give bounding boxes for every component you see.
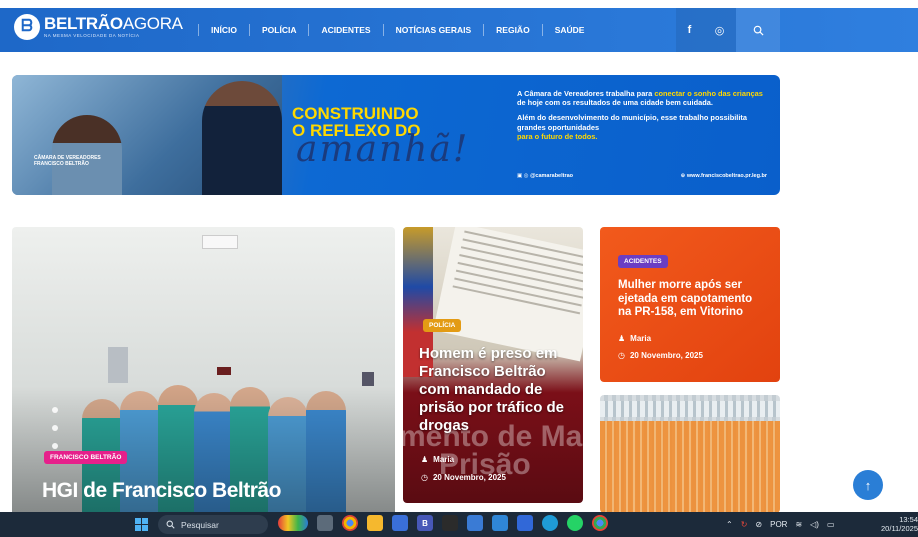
police-category-tag[interactable]: POLÍCIA [423,319,462,332]
windows-start-icon[interactable] [135,518,148,531]
police-story-title[interactable]: Homem é preso em Francisco Beltrão com m… [419,345,579,435]
user-icon: ♟ [421,455,429,464]
slider-dot[interactable] [52,407,58,413]
search-icon [753,25,764,36]
whatsapp-icon[interactable] [567,515,583,531]
nav-inicio[interactable]: INÍCIO [198,24,249,36]
taskbar-apps: B [278,515,608,531]
slider-dot[interactable] [52,443,58,449]
ad-banner[interactable]: CÂMARA DE VEREADORES FRANCISCO BELTRÃO C… [12,75,780,195]
app-icon[interactable] [517,515,533,531]
accident-story-date: ◷ 20 Novembro, 2025 [618,351,703,360]
clock-icon: ◷ [618,351,625,360]
search-button[interactable] [736,8,780,52]
user-icon: ♟ [618,334,626,343]
banner-man-figure [202,81,282,195]
site-header: ᗷ BELTRÃOAGORA NA MESMA VELOCIDADE DA NO… [0,8,918,52]
taskbar-search[interactable]: Pesquisar [158,515,268,534]
sync-icon[interactable]: ↻ [741,520,748,529]
police-story-card[interactable]: mento de ManPrisão POLÍCIA Homem é preso… [403,227,583,503]
banner-footer: ▣ ◎ @camarabeltrao ⊕ www.franciscobeltra… [517,173,767,179]
instagram-icon[interactable]: ◎ [715,24,725,37]
banner-seal: CÂMARA DE VEREADORES FRANCISCO BELTRÃO [34,155,101,167]
app-icon[interactable] [492,515,508,531]
chrome-icon[interactable] [592,515,608,531]
battery-icon[interactable]: ▭ [827,520,835,529]
taskbar-clock[interactable]: 13:54 20/11/2025 [878,515,918,533]
facebook-icon[interactable]: f [688,24,692,36]
banner-site: ⊕ www.franciscobeltrao.pr.leg.br [680,173,767,179]
accident-story-author: ♟ Maria [618,334,652,343]
scroll-to-top-button[interactable]: ↑ [853,470,883,500]
task-view-icon[interactable] [317,515,333,531]
nav-regiao[interactable]: REGIÃO [483,24,542,36]
featured-story-card[interactable]: FRANCISCO BELTRÃO HGI de Francisco Beltr… [12,227,395,517]
file-explorer-icon[interactable] [367,515,383,531]
nav-acidentes[interactable]: ACIDENTES [308,24,382,36]
brand-name: BELTRÃOAGORA [44,14,183,33]
social-links: f ◎ [676,8,736,52]
chrome-icon[interactable] [342,515,358,531]
accident-story-card[interactable]: ACIDENTES Mulher morre após ser ejetada … [600,227,780,382]
windows-taskbar: Pesquisar B ⌃ ↻ ⊘ POR ≋ ◁) ▭ 13:54 20/11… [0,512,918,537]
store-icon[interactable] [467,515,483,531]
app-icon[interactable] [392,515,408,531]
accident-story-title[interactable]: Mulher morre após ser ejetada em capotam… [618,279,768,320]
language-indicator[interactable]: POR [770,520,787,529]
banner-handle: ▣ ◎ @camarabeltrao [517,173,574,179]
nav-noticias-gerais[interactable]: NOTÍCIAS GERAIS [382,24,484,36]
main-nav: INÍCIO POLÍCIA ACIDENTES NOTÍCIAS GERAIS… [198,8,596,52]
search-icon [166,520,175,529]
browser-page: ᗷ BELTRÃOAGORA NA MESMA VELOCIDADE DA NO… [0,0,918,537]
featured-title[interactable]: HGI de Francisco Beltrão [42,479,281,503]
banner-script-text: amanhã! [296,129,470,170]
system-tray: ⌃ ↻ ⊘ POR ≋ ◁) ▭ [726,512,835,537]
accident-category-tag[interactable]: ACIDENTES [618,255,668,268]
story-card-bottles[interactable] [600,395,780,513]
nav-policia[interactable]: POLÍCIA [248,24,308,36]
arrow-up-icon: ↑ [864,477,872,493]
police-story-date: ◷ 20 Novembro, 2025 [421,473,506,482]
speaker-icon[interactable]: ◁) [810,520,819,529]
bottles-photo [600,421,780,513]
document-photo [433,227,583,362]
chevron-up-icon[interactable]: ⌃ [726,520,733,529]
brand-tagline: NA MESMA VELOCIDADE DA NOTÍCIA [44,33,140,38]
amazon-icon[interactable] [442,515,458,531]
site-logo[interactable]: ᗷ BELTRÃOAGORA NA MESMA VELOCIDADE DA NO… [14,14,183,40]
police-story-author: ♟ Maria [421,455,455,464]
wifi-icon[interactable]: ≋ [795,520,802,529]
nav-saude[interactable]: SAÚDE [541,24,597,36]
edge-icon[interactable] [542,515,558,531]
notification-off-icon[interactable]: ⊘ [755,520,762,529]
featured-category-tag[interactable]: FRANCISCO BELTRÃO [44,451,128,464]
slider-dot[interactable] [52,425,58,431]
banner-copy: A Câmara de Vereadores trabalha para con… [517,89,763,141]
logo-b-icon: ᗷ [14,14,40,40]
widgets-icon[interactable] [278,515,308,531]
app-b-icon[interactable]: B [417,515,433,531]
clock-icon: ◷ [421,473,428,482]
